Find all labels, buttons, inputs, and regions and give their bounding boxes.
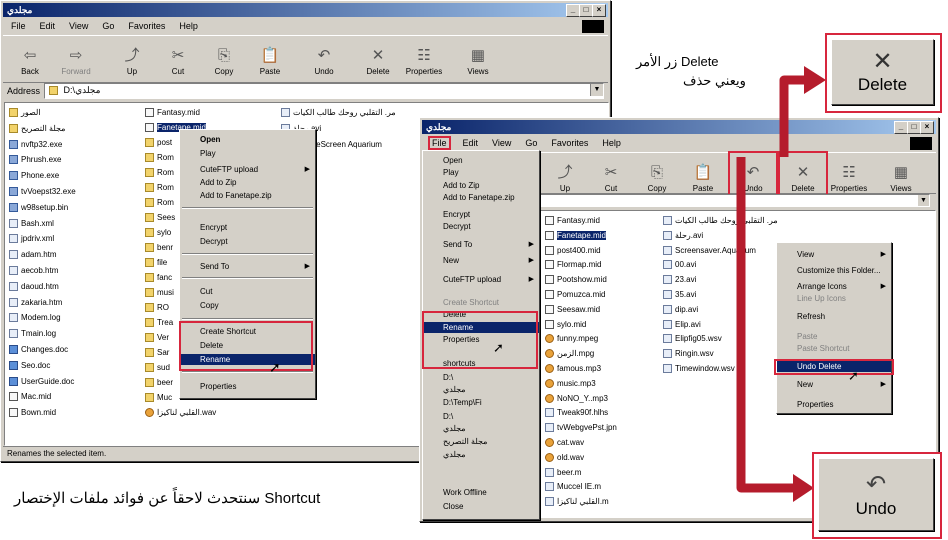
annotation-arrows <box>736 66 826 502</box>
undo-callout-button: ↶ Undo <box>818 458 934 531</box>
delete-arrow <box>779 75 806 157</box>
undo-arrowhead <box>793 474 814 502</box>
delete-x-icon: ✕ <box>872 48 893 75</box>
shortcut-note: سنتحدث لاحقاً عن فوائد ملفات الإختصار Sh… <box>14 490 321 507</box>
undo-arrow <box>736 157 795 493</box>
delete-arrowhead <box>804 66 826 94</box>
delete-caption-line2: ويعني حذف <box>683 73 746 88</box>
delete-callout-frame: ✕ Delete <box>825 33 942 113</box>
undo-callout-frame: ↶ Undo <box>812 452 942 539</box>
undo-callout-label: Undo <box>855 498 897 518</box>
undo-icon: ↶ <box>865 470 887 498</box>
delete-caption-line1: زر الأمر Delete <box>636 54 719 69</box>
delete-callout-label: Delete <box>857 75 908 94</box>
delete-callout-button: ✕ Delete <box>831 39 934 105</box>
